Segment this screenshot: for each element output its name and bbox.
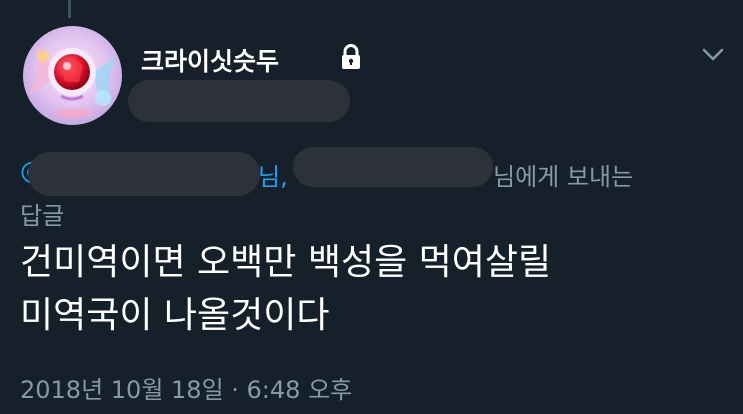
tweet-body: 건미역이면 오백만 백성을 먹여살릴 미역국이 나올것이다: [20, 236, 730, 342]
lock-icon: [342, 44, 360, 69]
reply-context-tail: 답글: [20, 202, 65, 230]
chevron-down-icon[interactable]: [702, 48, 724, 62]
tweet-card: 크라이싯슷두 @ 님, 님에게 보내는 답글 건미역이면 오백만 백성을 먹여살…: [0, 0, 743, 414]
redacted-mention-2: [293, 147, 493, 187]
redacted-handle: [128, 80, 350, 122]
avatar-image: [23, 26, 122, 125]
tweet-body-line: 건미역이면 오백만 백성을 먹여살릴: [20, 242, 552, 283]
reply-context-suffix: 님에게 보내는: [493, 163, 634, 191]
thread-connector-line: [68, 0, 71, 18]
tweet-timestamp[interactable]: 2018년 10월 18일 · 6:48 오후: [20, 370, 352, 405]
reply-mention-separator[interactable]: 님,: [258, 157, 288, 192]
redacted-mention-1: [28, 152, 260, 196]
avatar[interactable]: [23, 26, 122, 125]
tweet-body-line: 미역국이 나올것이다: [20, 295, 330, 336]
display-name[interactable]: 크라이싯슷두: [141, 42, 279, 78]
